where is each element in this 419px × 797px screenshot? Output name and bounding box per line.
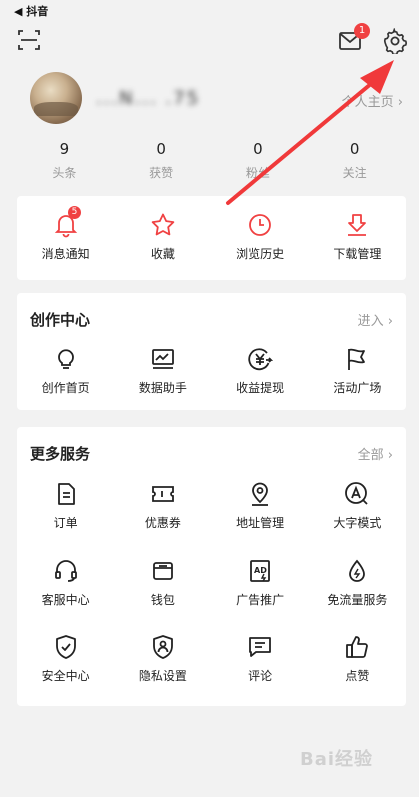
stat-posts[interactable]: 9 头条 bbox=[16, 140, 113, 186]
quick-action-history[interactable]: 浏览历史 bbox=[212, 212, 309, 262]
stat-following[interactable]: 0 关注 bbox=[306, 140, 403, 186]
service-label: 地址管理 bbox=[236, 516, 285, 530]
quick-action-label: 下载管理 bbox=[333, 247, 382, 261]
notification-badge: 5 bbox=[68, 206, 81, 219]
location-icon bbox=[252, 482, 269, 506]
creator-item-label: 活动广场 bbox=[333, 381, 382, 395]
quick-action-downloads[interactable]: 下载管理 bbox=[309, 212, 406, 262]
shield-icon bbox=[55, 635, 76, 659]
stat-label: 粉丝 bbox=[245, 166, 270, 180]
service-label: 钱包 bbox=[150, 593, 175, 607]
homepage-link[interactable]: 个人主页 › bbox=[342, 91, 403, 110]
yuan-icon bbox=[248, 348, 274, 371]
quick-action-label: 收藏 bbox=[150, 247, 175, 261]
stat-label: 头条 bbox=[52, 166, 77, 180]
star-icon bbox=[151, 213, 175, 236]
thumbs-up-icon bbox=[346, 636, 369, 658]
services-row: 安全中心 隐私设置 评论 点赞 bbox=[17, 634, 406, 684]
quick-action-label: 消息通知 bbox=[41, 247, 90, 261]
creator-data-assistant[interactable]: 数据助手 bbox=[114, 346, 211, 396]
chart-icon bbox=[151, 349, 174, 369]
service-label: 评论 bbox=[248, 669, 273, 683]
service-free-data[interactable]: 免流量服务 bbox=[309, 558, 406, 608]
lightbulb-icon bbox=[57, 349, 74, 369]
more-services-all-link[interactable]: 全部 › bbox=[358, 444, 393, 463]
svg-text:AD: AD bbox=[254, 566, 267, 575]
creator-center-card: 创作中心 进入 › 创作首页 数据助手 收益提现 活动广场 bbox=[17, 293, 406, 410]
service-label: 免流量服务 bbox=[327, 593, 388, 607]
creator-earnings[interactable]: 收益提现 bbox=[212, 346, 309, 396]
creator-item-label: 收益提现 bbox=[236, 381, 285, 395]
stat-value: 0 bbox=[349, 140, 360, 158]
quick-actions-row: 5 消息通知 收藏 浏览历史 下载管理 bbox=[17, 206, 406, 262]
gear-icon[interactable] bbox=[382, 28, 408, 54]
creator-center-enter-link[interactable]: 进入 › bbox=[358, 310, 393, 329]
coupon-icon bbox=[151, 486, 174, 502]
creator-center-header: 创作中心 进入 › bbox=[30, 309, 393, 329]
quick-action-label: 浏览历史 bbox=[236, 247, 285, 261]
service-comments[interactable]: 评论 bbox=[212, 634, 309, 684]
data-drop-icon bbox=[349, 559, 366, 582]
privacy-icon bbox=[152, 635, 173, 659]
service-large-font[interactable]: 大字模式 bbox=[309, 481, 406, 531]
service-privacy-settings[interactable]: 隐私设置 bbox=[114, 634, 211, 684]
back-to-app-link[interactable]: ◀ 抖音 bbox=[14, 5, 48, 18]
clock-icon bbox=[249, 214, 272, 236]
service-advertising[interactable]: AD 广告推广 bbox=[212, 558, 309, 608]
order-icon bbox=[57, 483, 75, 505]
creator-item-label: 数据助手 bbox=[138, 381, 187, 395]
service-label: 大字模式 bbox=[333, 516, 382, 530]
services-row: 订单 优惠券 地址管理 大字模式 bbox=[17, 481, 406, 531]
more-services-header: 更多服务 全部 › bbox=[30, 443, 393, 463]
quick-action-favorites[interactable]: 收藏 bbox=[114, 212, 211, 262]
service-label: 优惠券 bbox=[144, 516, 181, 530]
service-label: 客服中心 bbox=[41, 593, 90, 607]
quick-actions-card: 5 消息通知 收藏 浏览历史 下载管理 bbox=[17, 196, 406, 280]
top-bar: 1 bbox=[0, 22, 419, 62]
section-title: 创作中心 bbox=[30, 311, 91, 329]
services-row: 客服中心 钱包 AD 广告推广 免流量服务 bbox=[17, 558, 406, 608]
username: ...N... .75 bbox=[96, 88, 201, 109]
service-security-center[interactable]: 安全中心 bbox=[17, 634, 114, 684]
stat-likes[interactable]: 0 获赞 bbox=[113, 140, 210, 186]
font-size-icon bbox=[345, 482, 369, 505]
download-icon bbox=[348, 214, 367, 236]
avatar[interactable] bbox=[30, 72, 82, 124]
headset-icon bbox=[54, 560, 77, 582]
stat-value: 0 bbox=[156, 140, 166, 158]
quick-action-notifications[interactable]: 5 消息通知 bbox=[17, 206, 114, 262]
watermark: Bai经验 bbox=[300, 749, 374, 770]
profile-stats: 9 头条 0 获赞 0 粉丝 0 关注 bbox=[16, 140, 403, 186]
service-label: 隐私设置 bbox=[138, 669, 187, 683]
service-wallet[interactable]: 钱包 bbox=[114, 558, 211, 608]
scan-icon[interactable] bbox=[17, 28, 41, 52]
service-coupons[interactable]: 优惠券 bbox=[114, 481, 211, 531]
section-title: 更多服务 bbox=[30, 445, 91, 463]
stat-label: 关注 bbox=[342, 166, 367, 180]
service-likes[interactable]: 点赞 bbox=[309, 634, 406, 684]
service-customer-support[interactable]: 客服中心 bbox=[17, 558, 114, 608]
service-orders[interactable]: 订单 bbox=[17, 481, 114, 531]
ad-icon: AD bbox=[250, 560, 271, 582]
stat-followers[interactable]: 0 粉丝 bbox=[210, 140, 307, 186]
creator-activity-square[interactable]: 活动广场 bbox=[309, 346, 406, 396]
stat-value: 9 bbox=[59, 140, 70, 158]
service-label: 订单 bbox=[53, 516, 78, 530]
profile-header[interactable]: ...N... .75 个人主页 › bbox=[0, 66, 419, 136]
creator-item-label: 创作首页 bbox=[41, 381, 90, 395]
stat-label: 获赞 bbox=[149, 166, 174, 180]
status-bar: ◀ 抖音 bbox=[0, 0, 419, 20]
more-services-card: 更多服务 全部 › 订单 优惠券 地址管理 大字模式 客服中心 钱包 AD 广告… bbox=[17, 427, 406, 706]
comment-icon bbox=[249, 637, 272, 657]
service-label: 安全中心 bbox=[41, 669, 90, 683]
service-address[interactable]: 地址管理 bbox=[212, 481, 309, 531]
mail-badge: 1 bbox=[354, 23, 370, 39]
service-label: 广告推广 bbox=[236, 593, 285, 607]
service-label: 点赞 bbox=[345, 669, 370, 683]
creator-home[interactable]: 创作首页 bbox=[17, 346, 114, 396]
creator-center-row: 创作首页 数据助手 收益提现 活动广场 bbox=[17, 346, 406, 396]
wallet-icon bbox=[152, 562, 173, 580]
stat-value: 0 bbox=[253, 140, 263, 158]
flag-icon bbox=[348, 348, 366, 370]
